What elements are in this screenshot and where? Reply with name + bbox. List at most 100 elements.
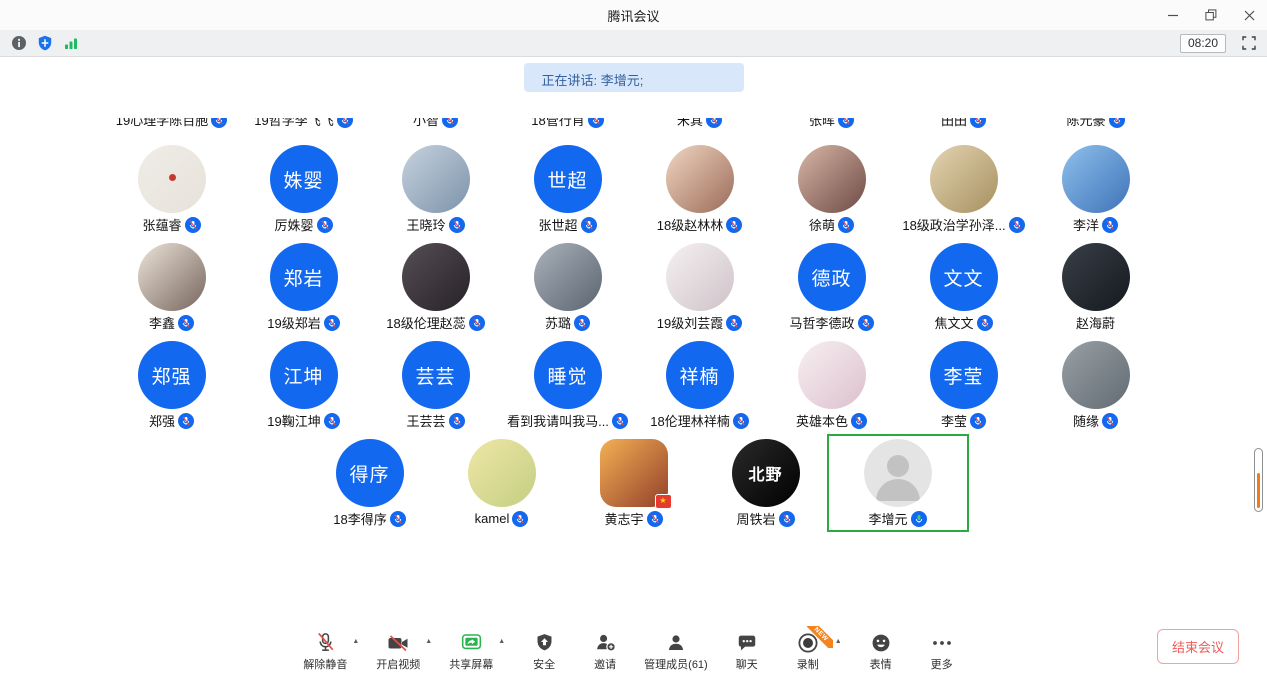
avatar [468,439,536,507]
avatar [798,341,866,409]
participant-nameline: 18管行肖 [531,118,603,128]
participant-name: 19哲学李飞飞 [254,118,333,129]
participant-tile[interactable]: 李增元 [832,439,964,527]
restore-button[interactable] [1203,7,1219,23]
avatar [138,243,206,311]
participant-tile[interactable]: 郑岩19级郑岩 [238,243,370,331]
toolbar-record[interactable]: NEW录制 [786,630,830,672]
participant-nameline: 徐萌 [809,216,854,233]
participant-tile[interactable]: kamel [436,439,568,527]
participant-tile[interactable]: 18级赵林林 [634,145,766,233]
toolbar-more[interactable]: 更多 [920,630,964,672]
participant-nameline: 19级刘芸霞 [657,314,742,331]
participant-tile[interactable]: 姝婴厉姝婴 [238,145,370,233]
mic-muted-icon [178,315,194,331]
toolbar-share-screen[interactable]: 共享屏幕 [449,630,493,672]
toolbar-security[interactable]: 安全 [522,630,566,672]
participant-tile[interactable]: 芸芸王芸芸 [370,341,502,429]
toolbar-emoji[interactable]: 表情 [859,630,903,672]
participant-tile[interactable]: 睡觉看到我请叫我马... [502,341,634,429]
protection-shield-icon[interactable] [36,35,53,52]
participant-nameline: 18级赵林林 [657,216,742,233]
participant-name: 19心理学陈百胞 [116,118,208,129]
participant-nameline: 18李得序 [333,510,405,527]
participant-row: 李鑫 郑岩19级郑岩 18级伦理赵蕊 苏璐 19级刘芸霞 德政马哲李德政 文文焦… [0,243,1267,331]
participant-tile[interactable]: 随缘 [1030,341,1162,429]
participant-tile[interactable]: 张晖 [766,118,898,128]
toolbar-mic-muted[interactable]: 解除静音 [303,630,347,672]
toolbar-camera-off[interactable]: 开启视频 [376,630,420,672]
meeting-info-icon[interactable] [10,35,27,52]
chevron-up-icon[interactable]: ▲ [835,638,842,645]
participant-tile[interactable]: 19心理学陈百胞 [106,118,238,128]
participant-name: 赵海蔚 [1076,313,1115,332]
close-button[interactable] [1241,7,1257,23]
participant-tile[interactable]: 19哲学李飞飞 [238,118,370,128]
participant-nameline: 18伦理林祥楠 [650,412,748,429]
participant-tile[interactable]: 18管行肖 [502,118,634,128]
end-meeting-button[interactable]: 结束会议 [1157,629,1239,664]
participant-tile[interactable]: ★黄志宇 [568,439,700,527]
toolbar-chat[interactable]: 聊天 [725,630,769,672]
toolbar-invite[interactable]: 邀请 [583,630,627,672]
participant-row: 得序18李得序 kamel ★黄志宇 北野周铁岩 李增元 [0,439,1267,527]
minimize-button[interactable] [1165,7,1181,23]
participant-tile[interactable]: 北野周铁岩 [700,439,832,527]
participant-tile[interactable]: 张蕴睿 [106,145,238,233]
mic-muted-icon [858,315,874,331]
chat-icon [736,630,758,655]
participant-tile[interactable]: 英雄本色 [766,341,898,429]
participant-tile[interactable]: 郑强郑强 [106,341,238,429]
network-signal-icon[interactable] [62,35,79,52]
participant-tile[interactable]: 得序18李得序 [304,439,436,527]
participant-tile[interactable]: 李莹李莹 [898,341,1030,429]
participant-tile[interactable]: 赵海蔚 [1030,243,1162,331]
avatar [534,243,602,311]
participant-tile[interactable]: 李鑫 [106,243,238,331]
participant-tile[interactable]: 18级伦理赵蕊 [370,243,502,331]
participant-tile[interactable]: 世超张世超 [502,145,634,233]
mic-muted-icon [442,118,458,128]
toolbar-members[interactable]: 管理成员(61) [644,630,708,672]
mic-muted-icon [733,413,749,429]
participant-name: 王芸芸 [406,411,445,430]
chevron-up-icon[interactable]: ▲ [498,638,505,645]
participant-tile[interactable]: 米其 [634,118,766,128]
participant-nameline: 随缘 [1073,412,1118,429]
chevron-up-icon[interactable]: ▲ [425,638,432,645]
mic-muted-icon [324,413,340,429]
avatar: 睡觉 [534,341,602,409]
participant-tile[interactable]: 19级刘芸霞 [634,243,766,331]
chevron-up-icon[interactable]: ▲ [352,638,359,645]
speaking-banner: 正在讲话: 李增元; [524,63,744,92]
participant-tile[interactable]: 18级政治学孙泽... [898,145,1030,233]
participant-tile[interactable]: 文文焦文文 [898,243,1030,331]
mic-muted-icon [612,413,628,429]
participant-name: 小智 [413,118,439,129]
participant-tile[interactable]: 陈元豪 [1030,118,1162,128]
mic-muted-icon [185,217,201,233]
scrollbar[interactable] [1254,448,1263,512]
participant-name: 19级刘芸霞 [657,313,723,332]
more-icon [930,630,954,655]
participant-tile[interactable]: 德政马哲李德政 [766,243,898,331]
share-screen-icon [460,630,483,655]
participant-tile[interactable]: 徐萌 [766,145,898,233]
participant-tile[interactable]: 王晓玲 [370,145,502,233]
mic-muted-icon [314,630,337,655]
participant-tile[interactable]: 李洋 [1030,145,1162,233]
fullscreen-icon[interactable] [1240,35,1257,52]
members-icon [665,630,687,655]
participant-nameline: 厉姝婴 [274,216,332,233]
participant-tile[interactable]: 江坤19鞠江坤 [238,341,370,429]
avatar [138,145,206,213]
status-bar: 08:20 [0,30,1267,57]
avatar: 郑强 [138,341,206,409]
participant-tile[interactable]: 祥楠18伦理林祥楠 [634,341,766,429]
participant-tile[interactable]: 小智 [370,118,502,128]
participant-tile[interactable]: 苏璐 [502,243,634,331]
toolbar-label: 录制 [797,656,819,672]
participant-nameline: 19鞠江坤 [267,412,339,429]
participant-tile[interactable]: 田田 [898,118,1030,128]
participant-name: 英雄本色 [796,411,848,430]
